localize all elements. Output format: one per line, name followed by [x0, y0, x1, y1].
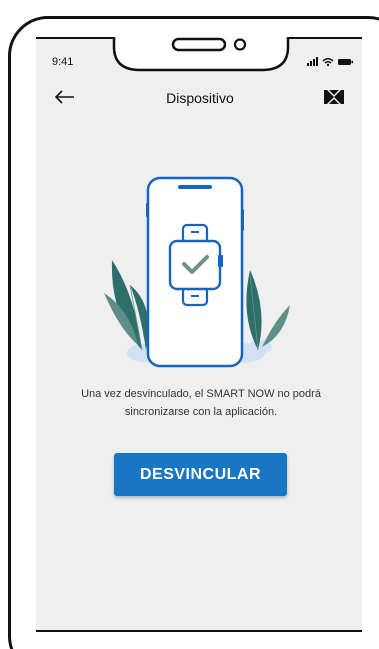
- unlink-button[interactable]: DESVINCULAR: [114, 453, 287, 496]
- battery-icon: [338, 59, 353, 65]
- brand-logo-icon: [324, 90, 344, 104]
- status-time: 9:41: [52, 56, 74, 68]
- screen-bottom-edge: [36, 630, 362, 632]
- unlink-message: Una vez desvinculado, el SMART NOW no po…: [81, 388, 321, 418]
- app-canvas: 9:41 Dispositivo Una vez desvinculado, e…: [0, 0, 379, 649]
- signal-icon: [307, 57, 318, 66]
- wifi-icon: [322, 58, 334, 67]
- page-title: Dispositivo: [166, 90, 234, 106]
- phone-watch-check-icon: [104, 176, 290, 368]
- notch-icon: [36, 37, 362, 72]
- arrow-left-icon[interactable]: [52, 88, 76, 106]
- status-icons: [307, 57, 353, 67]
